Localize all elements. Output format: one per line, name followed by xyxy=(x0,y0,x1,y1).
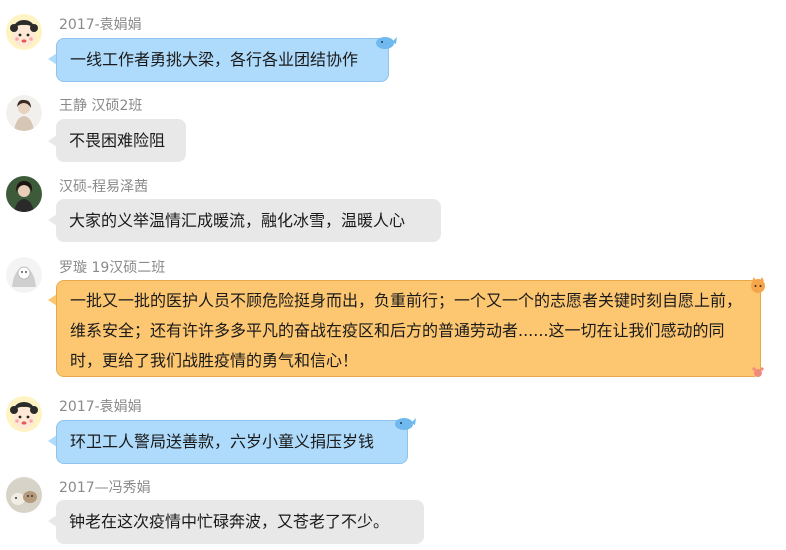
whale-decoration-icon xyxy=(395,418,416,430)
message-bubble[interactable]: 环卫工人警局送善款，六岁小童义捐压岁钱 xyxy=(56,420,408,464)
avatar[interactable] xyxy=(6,477,42,513)
message-bubble[interactable]: 一线工作者勇挑大梁，各行各业团结协作 xyxy=(56,38,389,82)
sender-name: 2017-袁娟娟 xyxy=(59,399,142,415)
avatar[interactable] xyxy=(6,14,42,50)
sender-name: 汉硕-程易泽茜 xyxy=(59,179,149,195)
avatar[interactable] xyxy=(6,176,42,212)
cat-decoration-icon xyxy=(751,277,765,293)
sender-name: 王静 汉硕2班 xyxy=(59,98,143,114)
sender-name: 2017—冯秀娟 xyxy=(59,480,151,496)
avatar[interactable] xyxy=(6,95,42,131)
avatar[interactable] xyxy=(6,257,42,293)
whale-decoration-icon xyxy=(376,37,397,49)
message-bubble[interactable]: 一批又一批的医护人员不顾危险挺身而出，负重前行；一个又一个的志愿者关键时刻自愿上… xyxy=(56,280,761,377)
avatar[interactable] xyxy=(6,396,42,432)
paw-decoration-icon xyxy=(752,367,764,377)
sender-name: 罗璇 19汉硕二班 xyxy=(59,260,166,276)
message-bubble[interactable]: 钟老在这次疫情中忙碌奔波，又苍老了不少。 xyxy=(56,500,424,544)
message-bubble[interactable]: 大家的义举温情汇成暖流，融化冰雪，温暖人心 xyxy=(56,199,441,242)
message-bubble[interactable]: 不畏困难险阻 xyxy=(56,119,186,162)
sender-name: 2017-袁娟娟 xyxy=(59,17,142,33)
